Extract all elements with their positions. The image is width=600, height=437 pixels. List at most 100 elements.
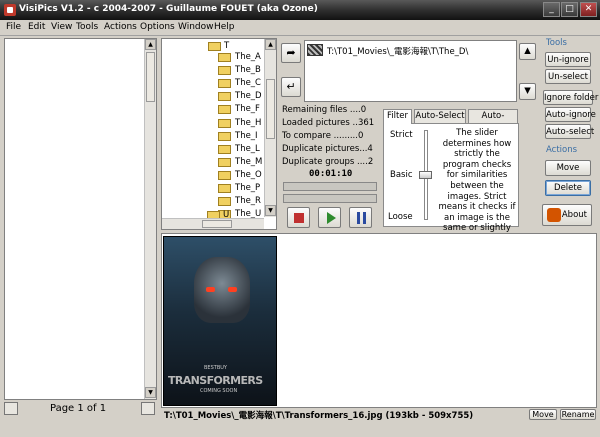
stat-compare: To compare .........0 xyxy=(282,131,364,141)
progress-bar-1 xyxy=(283,182,377,191)
slider-thumb[interactable] xyxy=(419,171,432,179)
tree-item[interactable]: The_A xyxy=(235,52,261,62)
menu-window[interactable]: Window xyxy=(178,22,214,32)
status-rename-button[interactable]: Rename xyxy=(560,409,596,420)
auto-select-button[interactable]: Auto-select xyxy=(545,124,594,139)
tree-item[interactable]: The_R xyxy=(235,196,261,206)
menu-help[interactable]: Help xyxy=(214,22,235,32)
tree-item[interactable]: The_M xyxy=(235,157,262,167)
title-bar[interactable]: VisiPics V1.2 - c 2004-2007 - Guillaume … xyxy=(0,0,600,20)
tree-item[interactable]: The_C xyxy=(235,78,261,88)
menu-tools[interactable]: Tools xyxy=(76,22,98,32)
thumbnail-scrollbar[interactable]: ▲ ▼ xyxy=(144,39,156,399)
pause-icon xyxy=(357,212,360,224)
progress-bar-2 xyxy=(283,194,377,203)
play-icon xyxy=(327,212,336,224)
tree-scroll-down[interactable]: ▼ xyxy=(265,205,276,216)
tree-items: The_A The_B The_C The_D The_F The_H The_I The_L… xyxy=(161,38,262,220)
poster-tagline: COMING SOON xyxy=(200,388,238,394)
stat-dup-groups: Duplicate groups ....2 xyxy=(282,157,374,167)
folder-icon xyxy=(218,66,231,76)
menu-edit[interactable]: Edit xyxy=(28,22,45,32)
pause-button[interactable] xyxy=(349,207,372,228)
tree-hscroll-thumb[interactable] xyxy=(202,220,232,228)
forward-arrow-button[interactable]: ➦ xyxy=(281,43,301,63)
scroll-down-button[interactable]: ▼ xyxy=(145,387,156,398)
tree-item[interactable]: The_I xyxy=(235,131,258,141)
page-prev-icon[interactable] xyxy=(4,402,18,415)
stop-icon xyxy=(294,213,304,223)
folder-icon xyxy=(218,170,231,180)
tab-filter[interactable]: Filter xyxy=(383,109,412,124)
status-move-button[interactable]: Move xyxy=(529,409,557,420)
tree-hscrollbar[interactable] xyxy=(162,218,264,229)
poster-bestbuy: BESTBUY xyxy=(204,365,227,371)
tab-auto-ignore[interactable]: Auto-Ignore xyxy=(468,109,518,134)
visipics-window: VisiPics V1.2 - c 2004-2007 - Guillaume … xyxy=(0,0,600,437)
menu-file[interactable]: File xyxy=(6,22,21,32)
robot-eye-right xyxy=(228,287,237,292)
folder-icon xyxy=(218,105,231,115)
unignore-button[interactable]: Un-ignore xyxy=(545,52,591,67)
play-button[interactable] xyxy=(318,207,341,228)
menu-options[interactable]: Options xyxy=(140,22,175,32)
path-down-button[interactable]: ▼ xyxy=(519,83,536,100)
robot-eye-left xyxy=(206,287,215,292)
status-bar: T:\T01_Movies\_電影海報\T\Transformers_16.jp… xyxy=(161,409,597,421)
folder-icon xyxy=(218,197,231,207)
path-text: T:\T01_Movies\_電影海報\T\The_D\ xyxy=(327,47,469,57)
page-next-icon[interactable] xyxy=(141,402,155,415)
folder-icon xyxy=(218,144,231,154)
folder-icon xyxy=(218,131,231,141)
poster-title: TRANSFORMERS xyxy=(168,374,263,387)
thumbnail-panel[interactable]: ▲ ▼ xyxy=(4,38,157,400)
robot-face xyxy=(194,257,250,323)
tree-item[interactable]: The_P xyxy=(235,183,260,193)
status-file-info: T:\T01_Movies\_電影海報\T\Transformers_16.jp… xyxy=(164,411,474,421)
path-up-button[interactable]: ▲ xyxy=(519,43,536,60)
tree-item[interactable]: The_D xyxy=(235,91,262,101)
back-arrow-button[interactable]: ↵ xyxy=(281,77,301,97)
thumbnail-icon xyxy=(307,44,323,56)
minimize-button[interactable]: _ xyxy=(543,2,560,17)
page-label: Page 1 of 1 xyxy=(50,403,107,414)
scroll-up-button[interactable]: ▲ xyxy=(145,39,156,50)
actions-heading: Actions xyxy=(546,145,578,155)
tree-item[interactable]: The_O xyxy=(235,170,262,180)
close-button[interactable]: ✕ xyxy=(580,2,597,17)
unselect-button[interactable]: Un-select xyxy=(545,69,591,84)
maximize-button[interactable]: □ xyxy=(561,2,578,17)
tools-heading: Tools xyxy=(546,38,567,48)
tree-item[interactable]: The_F xyxy=(235,104,260,114)
poster-image[interactable]: BESTBUY TRANSFORMERS COMING SOON xyxy=(163,236,277,406)
folder-icon xyxy=(218,157,231,167)
folder-icon xyxy=(218,92,231,102)
scroll-thumb[interactable] xyxy=(146,52,155,102)
tree-item[interactable]: The_B xyxy=(235,65,261,75)
move-button[interactable]: Move xyxy=(545,160,591,176)
menu-actions[interactable]: Actions xyxy=(104,22,137,32)
menu-view[interactable]: View xyxy=(51,22,72,32)
about-label: About xyxy=(561,210,587,220)
tree-scroll-up[interactable]: ▲ xyxy=(265,39,276,50)
timer: 00:01:10 xyxy=(309,169,353,179)
folder-icon xyxy=(218,184,231,193)
ignore-folder-button[interactable]: Ignore folder xyxy=(543,90,598,105)
delete-button[interactable]: Delete xyxy=(545,180,591,196)
tab-auto-select[interactable]: Auto-Select xyxy=(414,109,466,123)
menu-bar: File Edit View Tools Actions Options Win… xyxy=(0,20,600,36)
stat-loaded: Loaded pictures ..361 xyxy=(282,118,375,128)
path-list[interactable]: T:\T01_Movies\_電影海報\T\The_D\ xyxy=(304,40,517,102)
slider-label-strict: Strict xyxy=(390,130,413,140)
stop-button[interactable] xyxy=(287,207,310,228)
tree-item[interactable]: The_H xyxy=(235,118,261,128)
tree-scrollbar[interactable]: ▲ ▼ xyxy=(264,39,276,217)
auto-ignore-button[interactable]: Auto-ignore xyxy=(545,107,596,122)
tree-scroll-thumb[interactable] xyxy=(266,79,275,139)
window-title: VisiPics V1.2 - c 2004-2007 - Guillaume … xyxy=(19,4,318,14)
stat-dup-pictures: Duplicate pictures...4 xyxy=(282,144,373,154)
tree-item[interactable]: The_L xyxy=(235,144,260,154)
folder-icon xyxy=(218,79,231,89)
about-button[interactable]: About xyxy=(542,204,592,226)
stat-remaining: Remaining files ....0 xyxy=(282,105,367,115)
